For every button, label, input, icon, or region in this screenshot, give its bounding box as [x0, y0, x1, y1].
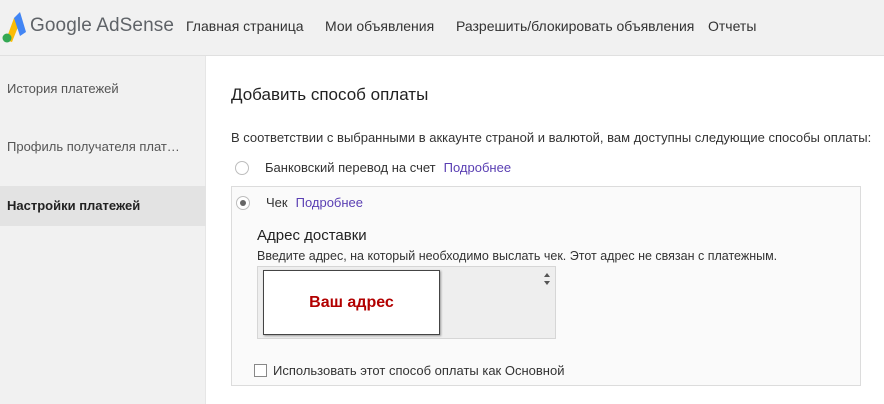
address-value: Ваш адрес	[309, 293, 394, 311]
check-more-link[interactable]: Подробнее	[296, 195, 363, 210]
main-content: Добавить способ оплаты В соответствии с …	[207, 56, 884, 404]
primary-method-checkbox[interactable]	[254, 364, 267, 377]
scroll-arrows-icon[interactable]	[543, 272, 551, 286]
bank-transfer-label: Банковский перевод на счет	[265, 160, 436, 175]
bank-transfer-radio[interactable]	[235, 160, 249, 175]
adsense-logo[interactable]: Google AdSense	[0, 8, 174, 44]
sidebar-item-payment-history[interactable]: История платежей	[0, 79, 206, 99]
sidebar-item-payee-profile[interactable]: Профиль получателя платежей	[0, 137, 186, 157]
option-check[interactable]: Чек Подробнее	[232, 195, 363, 210]
nav-home[interactable]: Главная страница	[186, 18, 304, 34]
logo-product-text: AdSense	[96, 15, 175, 36]
top-bar: Google AdSense Главная страница Мои объя…	[0, 0, 884, 56]
primary-method-option[interactable]: Использовать этот способ оплаты как Осно…	[254, 363, 564, 378]
option-bank-transfer[interactable]: Банковский перевод на счет Подробнее	[231, 160, 511, 175]
logo-google-text: Google	[30, 15, 92, 36]
delivery-address-title: Адрес доставки	[257, 227, 367, 244]
sidebar-item-payment-settings[interactable]: Настройки платежей	[0, 186, 206, 226]
page-title: Добавить способ оплаты	[231, 85, 429, 104]
check-label: Чек	[266, 195, 288, 210]
sidebar: История платежей Профиль получателя плат…	[0, 56, 206, 404]
address-textarea[interactable]: Ваш адрес	[257, 266, 556, 339]
bank-transfer-more-link[interactable]: Подробнее	[444, 160, 511, 175]
payment-methods-description: В соответствии с выбранными в аккаунте с…	[231, 130, 872, 145]
check-option-panel: Чек Подробнее Адрес доставки Введите адр…	[231, 186, 861, 386]
address-value-box[interactable]: Ваш адрес	[263, 270, 440, 335]
nav-allow-block-ads[interactable]: Разрешить/блокировать объявления	[456, 18, 694, 34]
nav-reports[interactable]: Отчеты	[708, 18, 756, 34]
delivery-address-hint: Введите адрес, на который необходимо выс…	[257, 249, 778, 263]
nav-my-ads[interactable]: Мои объявления	[325, 18, 434, 34]
primary-method-label: Использовать этот способ оплаты как Осно…	[273, 363, 565, 378]
check-radio[interactable]	[236, 195, 250, 210]
adsense-logo-icon	[2, 12, 26, 43]
